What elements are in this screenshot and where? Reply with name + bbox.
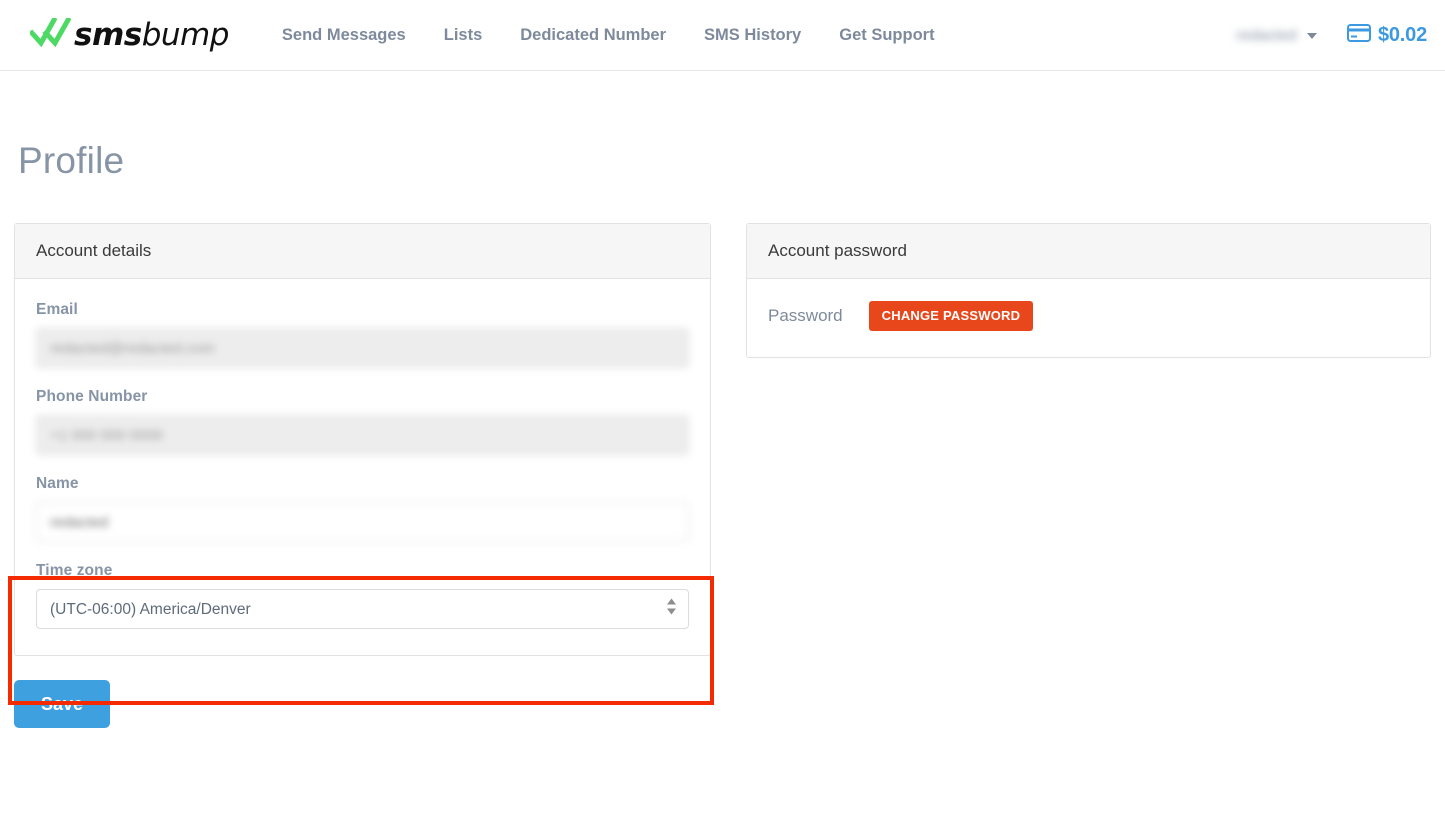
double-check-icon xyxy=(28,16,72,53)
smsbump-logo[interactable]: smsbump xyxy=(28,0,230,71)
header-right-section: redacted $0.02 xyxy=(1236,0,1427,71)
account-password-panel-body: Password CHANGE PASSWORD xyxy=(747,279,1430,357)
password-row: Password CHANGE PASSWORD xyxy=(768,301,1409,331)
credit-card-icon xyxy=(1346,24,1371,47)
password-label: Password xyxy=(768,306,843,325)
top-navigation-bar: smsbump Send Messages Lists Dedicated Nu… xyxy=(0,0,1445,71)
change-password-button[interactable]: CHANGE PASSWORD xyxy=(868,301,1034,331)
nav-item-send-messages[interactable]: Send Messages xyxy=(263,0,425,71)
timezone-field-group: Time zone (UTC-06:00) America/Denver xyxy=(36,562,689,629)
name-field-group: Name xyxy=(36,475,689,542)
account-details-panel: Account details Email Phone Number Name … xyxy=(14,223,711,656)
page-title: Profile xyxy=(18,140,125,181)
account-details-panel-body: Email Phone Number Name Time zone (UTC-0… xyxy=(15,279,710,655)
account-balance-link[interactable]: $0.02 xyxy=(1346,24,1427,47)
user-account-menu[interactable]: redacted xyxy=(1236,27,1317,44)
logo-text-sms: sms xyxy=(74,16,142,53)
chevron-down-icon xyxy=(1306,32,1317,39)
user-name-label: redacted xyxy=(1236,27,1297,44)
name-input[interactable] xyxy=(36,502,689,542)
email-field-group: Email xyxy=(36,301,689,368)
time-zone-select-wrapper: (UTC-06:00) America/Denver xyxy=(36,589,689,629)
nav-item-lists[interactable]: Lists xyxy=(425,0,502,71)
name-label: Name xyxy=(36,475,79,492)
email-input xyxy=(36,328,689,368)
balance-amount: $0.02 xyxy=(1377,24,1427,46)
account-details-panel-title: Account details xyxy=(15,224,710,279)
phone-number-label: Phone Number xyxy=(36,388,148,405)
nav-item-get-support[interactable]: Get Support xyxy=(820,0,953,71)
time-zone-label: Time zone xyxy=(36,562,113,579)
profile-content: Account details Email Phone Number Name … xyxy=(0,223,1445,705)
time-zone-select[interactable]: (UTC-06:00) America/Denver xyxy=(36,589,689,629)
account-password-panel-title: Account password xyxy=(747,224,1430,279)
main-nav: Send Messages Lists Dedicated Number SMS… xyxy=(263,0,954,71)
form-actions: Save xyxy=(0,680,1445,728)
logo-wordmark: smsbump xyxy=(74,16,230,53)
nav-item-dedicated-number[interactable]: Dedicated Number xyxy=(501,0,685,71)
phone-number-input xyxy=(36,415,689,455)
nav-item-sms-history[interactable]: SMS History xyxy=(685,0,820,71)
save-button[interactable]: Save xyxy=(14,680,111,728)
phone-field-group: Phone Number xyxy=(36,388,689,455)
logo-text-bump: bump xyxy=(141,16,230,53)
account-password-panel: Account password Password CHANGE PASSWOR… xyxy=(746,223,1431,358)
email-label: Email xyxy=(36,301,78,318)
